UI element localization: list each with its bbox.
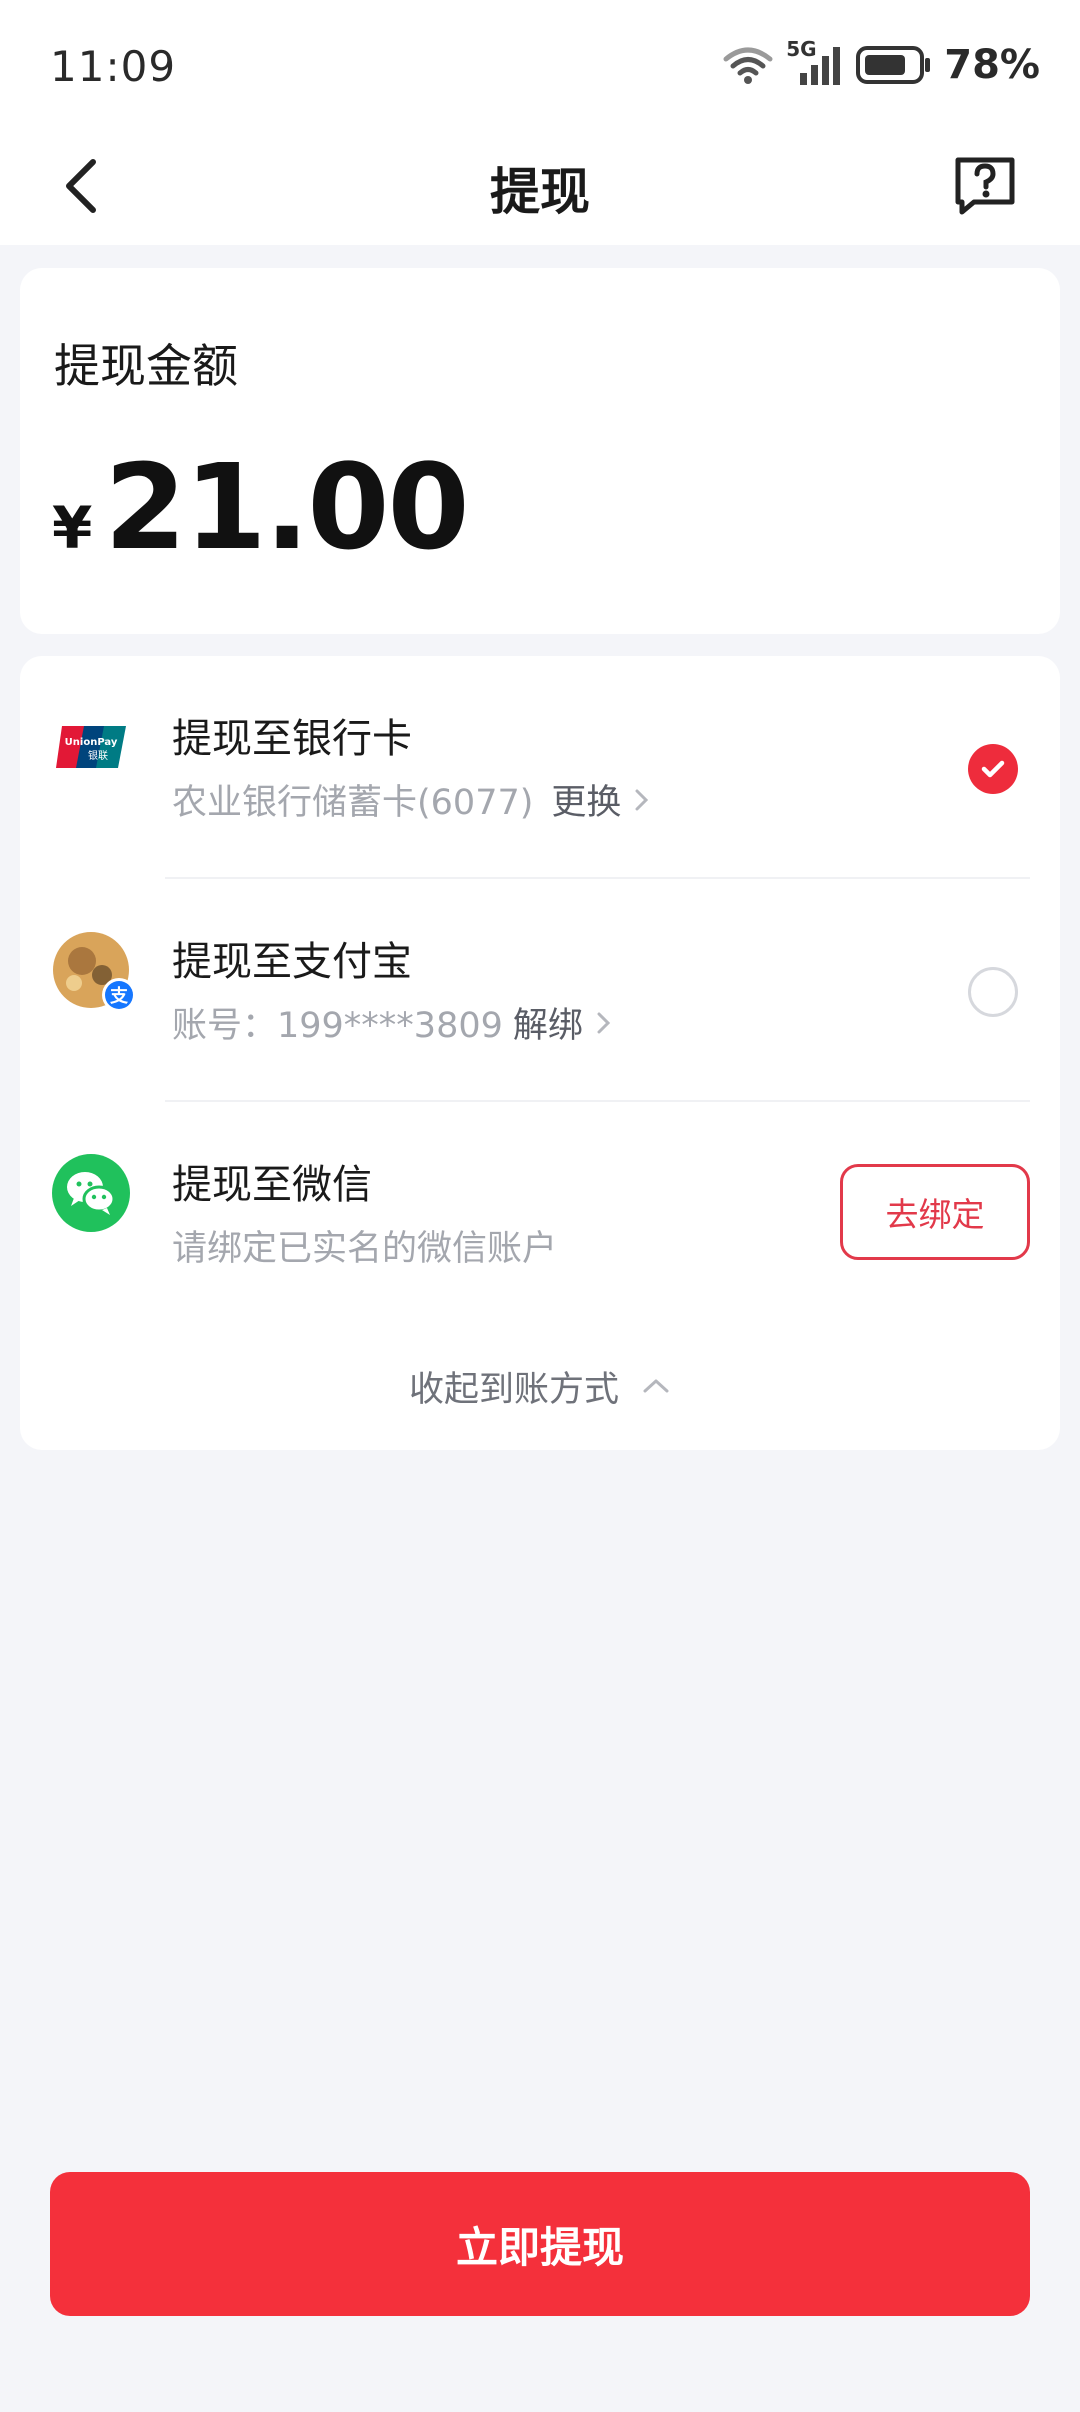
method-bank-card[interactable]: UnionPay 银联 提现至银行卡 农业银行储蓄卡(6077) 更换	[20, 656, 1060, 878]
nav-bar: 提现	[0, 130, 1080, 245]
withdraw-methods-card: UnionPay 银联 提现至银行卡 农业银行储蓄卡(6077) 更换 支 提现…	[20, 656, 1060, 1450]
status-time: 11:09	[50, 42, 177, 91]
wifi-icon	[723, 47, 773, 84]
method-subtitle: 农业银行储蓄卡(6077) 更换	[172, 774, 653, 825]
amount-row: ¥ 21.00	[52, 438, 470, 576]
method-subtitle: 请绑定已实名的微信账户	[172, 1220, 557, 1271]
unionpay-icon: UnionPay 银联	[52, 708, 130, 786]
chevron-right-icon	[597, 1012, 611, 1033]
method-title: 提现至银行卡	[172, 716, 412, 762]
page-title: 提现	[490, 163, 590, 221]
check-icon	[981, 760, 1005, 778]
amount-label: 提现金额	[54, 339, 238, 393]
battery-icon	[856, 46, 931, 84]
chevron-up-icon	[643, 1379, 669, 1393]
change-link[interactable]: 更换	[551, 774, 621, 825]
collapse-label: 收起到账方式	[408, 1369, 619, 1410]
battery-percent: 78%	[944, 42, 1040, 88]
svg-text:支: 支	[109, 985, 129, 1007]
alipay-avatar-icon: 支	[52, 931, 136, 1012]
bind-wechat-button[interactable]: 去绑定	[840, 1164, 1030, 1260]
signal-icon: 5G	[786, 37, 844, 87]
unbind-link[interactable]: 解绑	[513, 997, 583, 1048]
help-button[interactable]	[950, 150, 1020, 220]
svg-text:银联: 银联	[88, 749, 108, 762]
alipay-account-text: 账号：199****3809	[172, 1006, 503, 1046]
question-message-icon	[955, 157, 1015, 215]
radio-unselected[interactable]	[968, 967, 1018, 1017]
bank-account-text: 农业银行储蓄卡(6077)	[172, 783, 534, 823]
status-bar: 11:09 5G 78%	[0, 0, 1080, 130]
status-icons: 5G 78%	[722, 37, 1040, 90]
chevron-right-icon	[635, 789, 649, 810]
withdraw-now-button[interactable]: 立即提现	[50, 2172, 1030, 2316]
method-wechat[interactable]: 提现至微信 请绑定已实名的微信账户 去绑定	[20, 1102, 1060, 1324]
radio-selected[interactable]	[968, 744, 1018, 794]
amount-value: 21.00	[104, 438, 469, 576]
method-alipay[interactable]: 支 提现至支付宝 账号：199****3809 解绑	[20, 879, 1060, 1101]
wechat-icon	[52, 1154, 130, 1232]
method-title: 提现至支付宝	[172, 939, 412, 985]
currency-symbol: ¥	[52, 494, 93, 562]
method-subtitle: 账号：199****3809 解绑	[172, 997, 615, 1048]
amount-card: 提现金额 ¥ 21.00	[20, 268, 1060, 634]
wechat-hint-text: 请绑定已实名的微信账户	[172, 1229, 558, 1269]
collapse-methods-toggle[interactable]: 收起到账方式	[20, 1356, 1060, 1416]
method-title: 提现至微信	[172, 1162, 372, 1208]
svg-text:UnionPay: UnionPay	[65, 737, 118, 748]
